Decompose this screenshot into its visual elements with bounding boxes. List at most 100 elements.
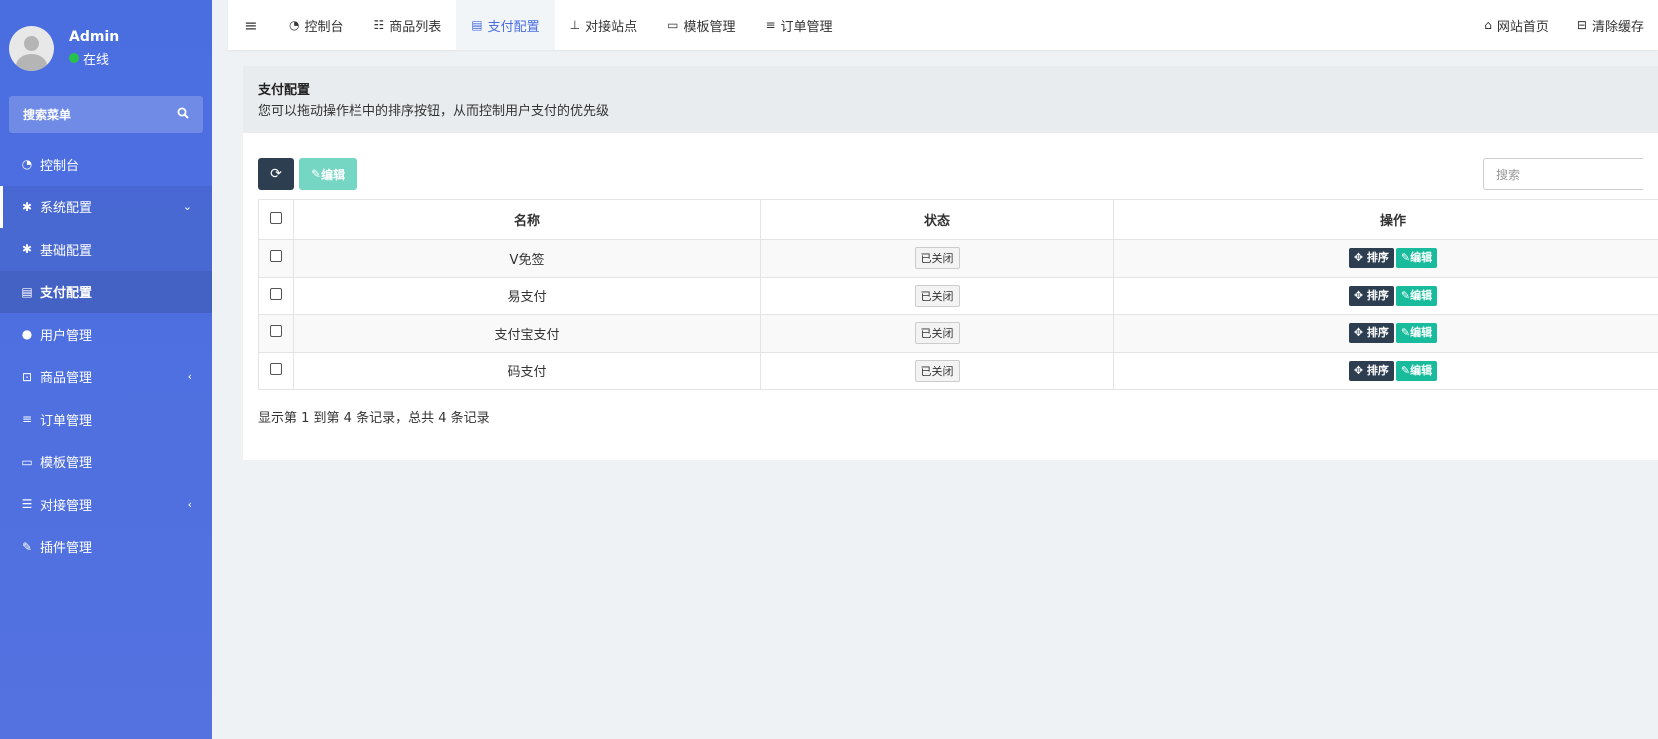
sidebar-item-label: 模板管理 xyxy=(40,456,93,472)
tab-dashboard[interactable]: ◔ 控制台 xyxy=(274,0,359,50)
top-navbar: ≡ ◔ 控制台 ☷ 商品列表 ▤ 支付配置 ⊥ 对接站点 ▭ 模板管理 ≡ 订单… xyxy=(228,0,1658,50)
status-cell: 已关闭 xyxy=(760,276,1114,315)
pencil-icon: ✎ xyxy=(1400,251,1411,265)
payment-name: 易支付 xyxy=(293,276,761,315)
gear-icon: ✱ xyxy=(21,199,33,214)
edit-selected-label: 编辑 xyxy=(321,167,346,182)
move-icon: ✥ xyxy=(1353,326,1367,340)
row-select-cell xyxy=(258,351,294,390)
sidebar-item-dashboard[interactable]: ◔ 控制台 xyxy=(0,143,212,186)
sidebar-item-system-config[interactable]: ✱ 系统配置 ⌄ xyxy=(0,185,212,228)
pencil-icon: ✎ xyxy=(1400,363,1411,377)
table-row: 易支付 已关闭 ✥ 排序 ✎编辑 xyxy=(258,276,1658,315)
sidebar-item-label: 对接管理 xyxy=(40,498,93,514)
edit-button[interactable]: ✎编辑 xyxy=(1395,248,1438,269)
user-name: Admin xyxy=(69,28,120,45)
sort-label: 排序 xyxy=(1366,326,1389,340)
tab-product-list[interactable]: ☷ 商品列表 xyxy=(359,0,457,50)
payment-name: V免签 xyxy=(293,239,761,278)
sidebar-item-integration[interactable]: ☰ 对接管理 ‹ xyxy=(0,483,212,526)
sidebar-item-label: 订单管理 xyxy=(40,413,93,429)
tab-templates[interactable]: ▭ 模板管理 xyxy=(652,0,750,50)
pagination-info: 显示第 1 到第 4 条记录，总共 4 条记录 xyxy=(258,411,490,426)
refresh-button[interactable]: ⟳ xyxy=(258,158,294,190)
sliders-icon: ☰ xyxy=(21,497,33,512)
sidebar-item-label: 用户管理 xyxy=(40,328,93,344)
chevron-left-icon: ‹ xyxy=(187,497,192,511)
search-icon[interactable] xyxy=(177,107,189,122)
status-cell: 已关闭 xyxy=(760,351,1114,390)
table-search-input[interactable]: 搜索 xyxy=(1483,158,1643,190)
server-icon: ▤ xyxy=(21,284,33,299)
row-checkbox[interactable] xyxy=(270,325,282,338)
table-row: 支付宝支付 已关闭 ✥ 排序 ✎编辑 xyxy=(258,314,1658,353)
status-cell: 已关闭 xyxy=(760,239,1114,278)
sidebar-item-label: 控制台 xyxy=(40,158,80,174)
row-checkbox[interactable] xyxy=(270,250,282,263)
status-badge[interactable]: 已关闭 xyxy=(914,284,960,307)
chevron-down-icon: ⌄ xyxy=(182,200,192,214)
status-badge[interactable]: 已关闭 xyxy=(914,247,960,270)
sort-button[interactable]: ✥ 排序 xyxy=(1348,360,1394,381)
row-select-cell xyxy=(258,239,294,278)
menu-search-placeholder: 搜索菜单 xyxy=(23,108,72,122)
tab-label: 商品列表 xyxy=(389,19,442,35)
column-header-status[interactable]: 状态 xyxy=(760,199,1114,240)
sidebar-item-basic-config[interactable]: ✱ 基础配置 xyxy=(0,228,212,271)
edit-button[interactable]: ✎编辑 xyxy=(1395,285,1438,306)
payment-name: 支付宝支付 xyxy=(293,314,761,353)
sidebar-item-users[interactable]: ● 用户管理 xyxy=(0,313,212,356)
sidebar-item-plugins[interactable]: ✎ 插件管理 xyxy=(0,526,212,569)
gear-icon: ✱ xyxy=(21,242,33,257)
user-info: Admin 在线 xyxy=(69,29,119,68)
user-icon: ● xyxy=(21,327,33,342)
payment-table: 名称 状态 操作 V免签 已关闭 ✥ 排序 ✎编辑 易支付 已关闭 ✥ 排序 ✎… xyxy=(258,199,1658,390)
refresh-icon: ⟳ xyxy=(270,166,282,182)
tab-payment-config[interactable]: ▤ 支付配置 xyxy=(456,0,555,50)
sort-button[interactable]: ✥ 排序 xyxy=(1348,285,1394,306)
sort-button[interactable]: ✥ 排序 xyxy=(1348,248,1394,269)
actions-cell: ✥ 排序 ✎编辑 xyxy=(1113,239,1658,278)
sidebar-item-products[interactable]: ⊡ 商品管理 ‹ xyxy=(0,356,212,399)
edit-button[interactable]: ✎编辑 xyxy=(1395,323,1438,344)
row-checkbox[interactable] xyxy=(270,362,282,375)
select-all-cell xyxy=(258,199,294,240)
sort-label: 排序 xyxy=(1366,251,1389,265)
edit-button[interactable]: ✎编辑 xyxy=(1395,360,1438,381)
sort-button[interactable]: ✥ 排序 xyxy=(1348,323,1394,344)
tab-connected-sites[interactable]: ⊥ 对接站点 xyxy=(555,0,652,50)
column-header-name[interactable]: 名称 xyxy=(293,199,761,240)
site-home-link[interactable]: ⌂ 网站首页 xyxy=(1470,0,1563,50)
sidebar-item-payment-config[interactable]: ▤ 支付配置 xyxy=(0,270,212,313)
list-icon: ☷ xyxy=(373,18,385,32)
sidebar-item-label: 插件管理 xyxy=(40,541,93,557)
sidebar-item-templates[interactable]: ▭ 模板管理 xyxy=(0,441,212,484)
table-row: V免签 已关闭 ✥ 排序 ✎编辑 xyxy=(258,239,1658,278)
tab-label: 模板管理 xyxy=(683,19,736,35)
clear-cache-button[interactable]: ⊟ 清除缓存 xyxy=(1563,0,1658,50)
avatar[interactable] xyxy=(9,25,54,71)
dashboard-icon: ◔ xyxy=(21,157,33,172)
online-dot-icon xyxy=(69,53,79,63)
sidebar-item-label: 支付配置 xyxy=(40,286,93,302)
actions-cell: ✥ 排序 ✎编辑 xyxy=(1113,276,1658,315)
status-badge[interactable]: 已关闭 xyxy=(914,322,960,345)
row-select-cell xyxy=(258,276,294,315)
plug-icon: ✎ xyxy=(21,539,33,554)
select-all-checkbox[interactable] xyxy=(270,211,282,224)
tab-orders[interactable]: ≡ 订单管理 xyxy=(750,0,847,50)
sidebar: Admin 在线 搜索菜单 ◔ 控制台 ✱ 系统配置 ⌄ ✱ 基础配置 ▤ 支付… xyxy=(0,0,212,739)
user-status: 在线 xyxy=(69,49,119,68)
status-badge[interactable]: 已关闭 xyxy=(914,359,960,382)
edit-selected-button[interactable]: ✎ 编辑 xyxy=(299,158,358,190)
actions-cell: ✥ 排序 ✎编辑 xyxy=(1113,314,1658,353)
menu-search-input[interactable]: 搜索菜单 xyxy=(9,96,203,133)
row-checkbox[interactable] xyxy=(270,287,282,300)
table-toolbar: ⟳ ✎ 编辑 搜索 xyxy=(258,158,1643,190)
column-header-actions: 操作 xyxy=(1113,199,1658,240)
sidebar-item-orders[interactable]: ≡ 订单管理 xyxy=(0,398,212,441)
menu-toggle-icon[interactable]: ≡ xyxy=(228,16,274,35)
actions-cell: ✥ 排序 ✎编辑 xyxy=(1113,351,1658,390)
cart-icon: ⊡ xyxy=(21,369,33,384)
status-cell: 已关闭 xyxy=(760,314,1114,353)
